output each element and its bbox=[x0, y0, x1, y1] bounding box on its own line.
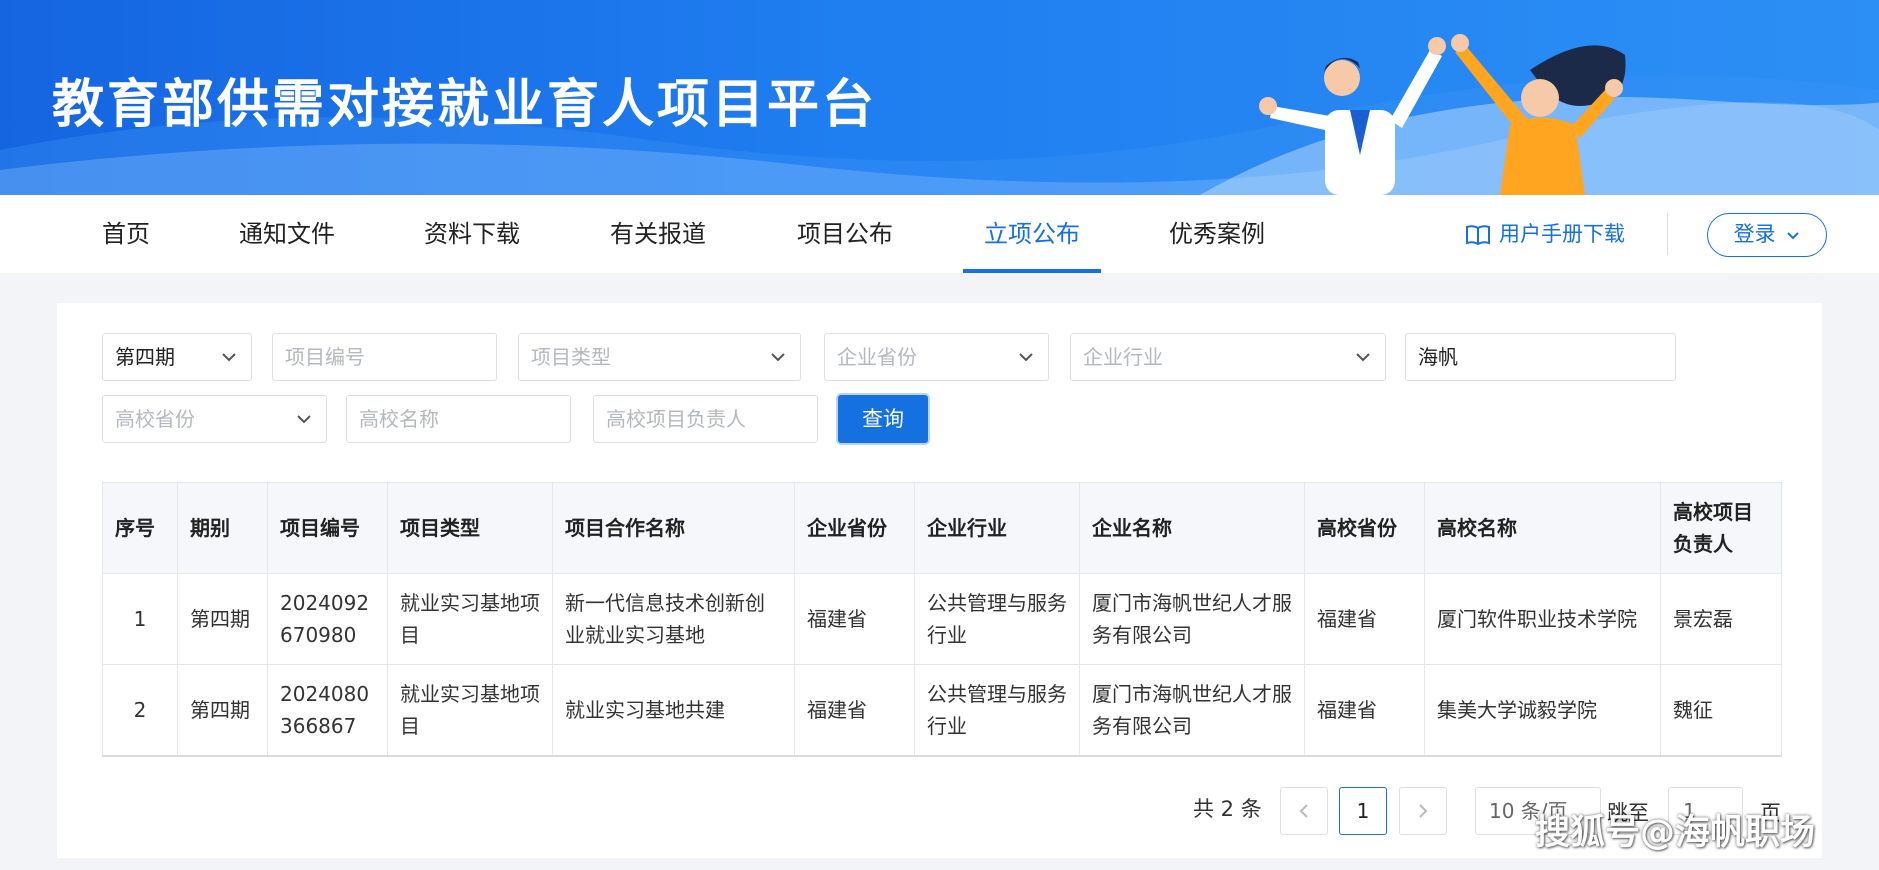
col-header: 企业名称 bbox=[1079, 482, 1305, 574]
school-province-placeholder: 高校省份 bbox=[115, 407, 195, 431]
pagination-prev-button[interactable] bbox=[1280, 787, 1328, 835]
school-province-select[interactable]: 高校省份 bbox=[102, 395, 327, 443]
chevron-left-icon bbox=[1299, 804, 1308, 818]
pagination-total: 共 2 条 bbox=[1193, 797, 1262, 821]
table-cell: 福建省 bbox=[1304, 664, 1425, 757]
table-cell: 魏征 bbox=[1660, 664, 1782, 757]
table-cell: 2 bbox=[102, 664, 178, 757]
chevron-down-icon bbox=[222, 353, 236, 362]
table-cell: 公共管理与服务行业 bbox=[914, 573, 1080, 665]
book-open-icon bbox=[1466, 225, 1490, 246]
chevron-down-icon bbox=[1787, 232, 1800, 240]
col-header: 项目编号 bbox=[267, 482, 388, 574]
project-type-placeholder: 项目类型 bbox=[531, 345, 611, 369]
project-no-input[interactable]: 项目编号 bbox=[272, 333, 497, 381]
table-cell: 就业实习基地项目 bbox=[387, 664, 553, 757]
nav-item-notices[interactable]: 通知文件 bbox=[230, 195, 344, 273]
chevron-down-icon bbox=[297, 415, 311, 424]
company-industry-select[interactable]: 企业行业 bbox=[1070, 333, 1386, 381]
chevron-down-icon bbox=[1019, 353, 1033, 362]
col-header: 项目合作名称 bbox=[552, 482, 795, 574]
table-cell: 福建省 bbox=[1304, 573, 1425, 665]
table-cell: 第四期 bbox=[177, 664, 268, 757]
table-cell: 福建省 bbox=[794, 573, 915, 665]
table-cell: 厦门软件职业技术学院 bbox=[1424, 573, 1661, 665]
col-header: 高校名称 bbox=[1424, 482, 1661, 574]
col-header: 高校项目负责人 bbox=[1660, 482, 1782, 574]
table-cell: 就业实习基地项目 bbox=[387, 573, 553, 665]
header-banner: 教育部供需对接就业育人项目平台 bbox=[0, 0, 1879, 195]
period-value: 第四期 bbox=[115, 345, 175, 369]
manual-download-label: 用户手册下载 bbox=[1499, 222, 1625, 246]
school-leader-input[interactable]: 高校项目负责人 bbox=[593, 395, 818, 443]
period-select[interactable]: 第四期 bbox=[102, 333, 252, 381]
col-header: 序号 bbox=[102, 482, 178, 574]
table-header-row: 序号 期别 项目编号 项目类型 项目合作名称 企业省份 企业行业 企业名称 高校… bbox=[102, 482, 1782, 574]
col-header: 企业行业 bbox=[914, 482, 1080, 574]
query-button[interactable]: 查询 bbox=[838, 395, 928, 443]
table-cell: 第四期 bbox=[177, 573, 268, 665]
col-header: 项目类型 bbox=[387, 482, 553, 574]
chevron-down-icon bbox=[771, 353, 785, 362]
school-name-input[interactable]: 高校名称 bbox=[346, 395, 571, 443]
col-header: 企业省份 bbox=[794, 482, 915, 574]
table-cell: 厦门市海帆世纪人才服务有限公司 bbox=[1079, 664, 1305, 757]
chevron-right-icon bbox=[1419, 804, 1428, 818]
nav-item-approval[interactable]: 立项公布 bbox=[963, 195, 1101, 273]
main-nav: 首页 通知文件 资料下载 有关报道 项目公布 立项公布 优秀案例 用户手册下载 … bbox=[0, 195, 1879, 273]
table-cell: 福建省 bbox=[794, 664, 915, 757]
table-cell: 2024092670980 bbox=[267, 573, 388, 665]
manual-download-link[interactable]: 用户手册下载 bbox=[1465, 195, 1625, 273]
results-table: 序号 期别 项目编号 项目类型 项目合作名称 企业省份 企业行业 企业名称 高校… bbox=[102, 482, 1782, 757]
pagination-next-button[interactable] bbox=[1399, 787, 1447, 835]
table-cell: 厦门市海帆世纪人才服务有限公司 bbox=[1079, 573, 1305, 665]
company-province-placeholder: 企业省份 bbox=[837, 345, 917, 369]
pagination-page-1[interactable]: 1 bbox=[1339, 787, 1387, 835]
table-row: 1 第四期 2024092670980 就业实习基地项目 新一代信息技术创新创业… bbox=[102, 573, 1782, 665]
company-industry-placeholder: 企业行业 bbox=[1083, 345, 1163, 369]
chevron-down-icon bbox=[1356, 353, 1370, 362]
col-header: 期别 bbox=[177, 482, 268, 574]
nav-item-home[interactable]: 首页 bbox=[92, 195, 160, 273]
nav-item-projects[interactable]: 项目公布 bbox=[788, 195, 902, 273]
table-cell: 就业实习基地共建 bbox=[552, 664, 795, 757]
table-cell: 景宏磊 bbox=[1660, 573, 1782, 665]
project-type-select[interactable]: 项目类型 bbox=[518, 333, 801, 381]
table-row: 2 第四期 2024080366867 就业实习基地项目 就业实习基地共建 福建… bbox=[102, 664, 1782, 757]
table-cell: 1 bbox=[102, 573, 178, 665]
nav-item-cases[interactable]: 优秀案例 bbox=[1160, 195, 1274, 273]
company-province-select[interactable]: 企业省份 bbox=[824, 333, 1049, 381]
site-title: 教育部供需对接就业育人项目平台 bbox=[52, 75, 878, 135]
nav-item-downloads[interactable]: 资料下载 bbox=[415, 195, 529, 273]
col-header: 高校省份 bbox=[1304, 482, 1425, 574]
nav-item-reports[interactable]: 有关报道 bbox=[601, 195, 715, 273]
table-cell: 集美大学诚毅学院 bbox=[1424, 664, 1661, 757]
nav-divider bbox=[1667, 213, 1668, 255]
table-cell: 新一代信息技术创新创业就业实习基地 bbox=[552, 573, 795, 665]
login-label: 登录 bbox=[1733, 222, 1776, 246]
login-button[interactable]: 登录 bbox=[1707, 213, 1827, 257]
high-five-illustration-icon bbox=[1259, 34, 1626, 195]
watermark-text: 搜狐号@海帆职场 bbox=[1535, 813, 1816, 853]
table-cell: 2024080366867 bbox=[267, 664, 388, 757]
company-name-input[interactable]: 海帆 bbox=[1405, 333, 1676, 381]
table-cell: 公共管理与服务行业 bbox=[914, 664, 1080, 757]
